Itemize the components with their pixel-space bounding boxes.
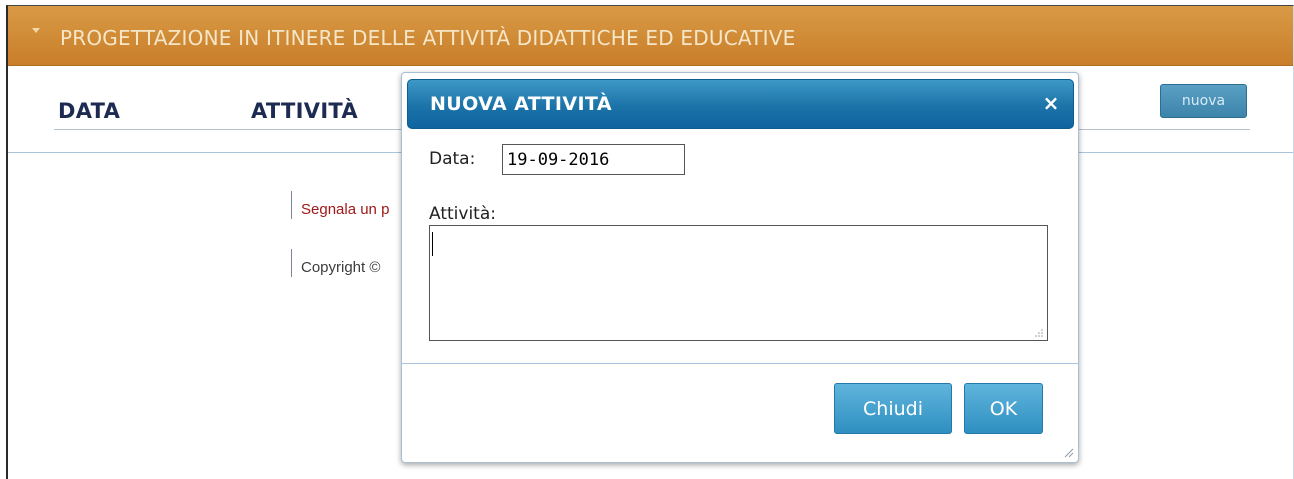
- footer-divider: [291, 191, 292, 219]
- activity-label: Attività:: [429, 204, 496, 224]
- column-header-attivita: ATTIVITÀ: [251, 99, 358, 123]
- dialog-button-divider: [402, 363, 1078, 364]
- close-button[interactable]: Chiudi: [834, 383, 952, 434]
- dialog-title: NUOVA ATTIVITÀ: [430, 93, 612, 115]
- dialog-titlebar[interactable]: NUOVA ATTIVITÀ ×: [407, 79, 1074, 129]
- section-header[interactable]: PROGETTAZIONE IN ITINERE DELLE ATTIVITÀ …: [8, 6, 1293, 66]
- column-header-data: DATA: [58, 99, 121, 123]
- collapse-caret-icon[interactable]: [32, 28, 40, 33]
- report-problem-link[interactable]: Segnala un p: [301, 201, 389, 218]
- textarea-resize-icon[interactable]: [1034, 328, 1044, 338]
- close-icon[interactable]: ×: [1041, 92, 1061, 114]
- dialog-resize-icon[interactable]: [1062, 446, 1074, 458]
- copyright-text: Copyright ©: [301, 259, 381, 276]
- section-title: PROGETTAZIONE IN ITINERE DELLE ATTIVITÀ …: [60, 26, 796, 50]
- footer-divider: [291, 249, 292, 277]
- date-input[interactable]: [502, 144, 685, 175]
- activity-textarea[interactable]: [429, 225, 1048, 341]
- ok-button[interactable]: OK: [964, 383, 1043, 434]
- text-cursor: [432, 232, 433, 256]
- date-label: Data:: [429, 149, 476, 169]
- new-activity-dialog: NUOVA ATTIVITÀ × Data: Attività: Chiudi …: [401, 72, 1079, 463]
- new-activity-button[interactable]: nuova: [1160, 84, 1247, 118]
